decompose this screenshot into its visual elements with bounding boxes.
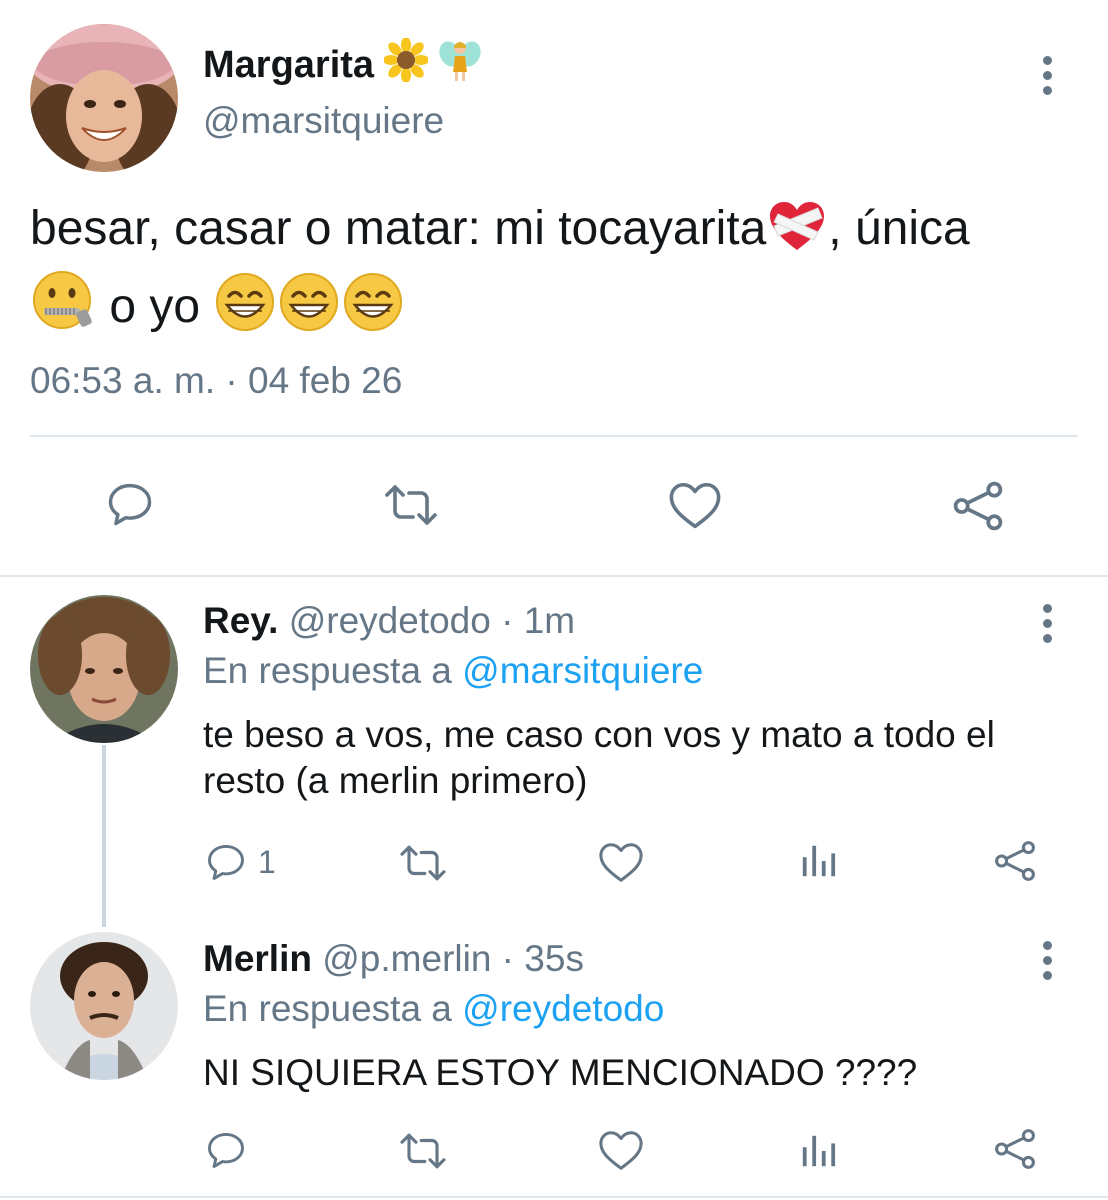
- grinning-face-icon: [279, 272, 339, 348]
- reply-text: te beso a vos, me caso con vos y mato a …: [203, 714, 995, 801]
- analytics-icon: [802, 1135, 836, 1167]
- thread-line: [102, 745, 106, 927]
- divider: [0, 575, 1108, 577]
- heart-icon: [599, 1131, 643, 1170]
- tweet-text-line2: o yo: [109, 280, 201, 333]
- divider: [30, 435, 1078, 437]
- reply-icon: [208, 1132, 244, 1168]
- reply-button[interactable]: 1: [204, 840, 276, 884]
- share-button[interactable]: [950, 478, 1006, 534]
- author-name[interactable]: Margarita: [203, 36, 482, 94]
- analytics-icon: [802, 845, 836, 877]
- reply-context-mention[interactable]: @reydetodo: [462, 988, 664, 1029]
- retweet-icon: [400, 1133, 446, 1169]
- reply-handle-time[interactable]: @reydetodo · 1m: [289, 600, 575, 641]
- reply-icon: [208, 844, 244, 880]
- reply-handle-time[interactable]: @p.merlin · 35s: [322, 938, 584, 979]
- reply-author-name[interactable]: Merlin: [203, 938, 312, 979]
- share-button[interactable]: [992, 838, 1038, 884]
- tweet-text: besar, casar o matar: mi tocayarita , ún…: [30, 198, 1080, 348]
- reply-text: NI SIQUIERA ESTOY MENCIONADO ????: [203, 1052, 918, 1093]
- more-options-icon[interactable]: [1040, 56, 1054, 95]
- reply-header: Rey. @reydetodo · 1m: [203, 600, 575, 642]
- tweet-text-line1-end: , única: [828, 202, 970, 255]
- reply-context: En respuesta a @marsitquiere: [203, 650, 703, 692]
- retweet-button[interactable]: [383, 480, 439, 530]
- heart-icon: [669, 482, 721, 529]
- analytics-button[interactable]: [798, 1132, 838, 1170]
- retweet-button[interactable]: [398, 842, 448, 884]
- reply-context: En respuesta a @reydetodo: [203, 988, 664, 1030]
- reply-button[interactable]: [104, 478, 156, 530]
- retweet-icon: [385, 485, 437, 525]
- author-name-text: Margarita: [203, 43, 375, 86]
- zipper-mouth-face-icon: [32, 270, 94, 348]
- reply-icon: [108, 483, 152, 526]
- grinning-face-icon: [343, 272, 403, 348]
- share-icon: [995, 1129, 1035, 1169]
- more-options-icon[interactable]: [1040, 604, 1054, 643]
- reply-author-name[interactable]: Rey.: [203, 600, 278, 641]
- reply-button[interactable]: [204, 1128, 248, 1172]
- grinning-face-icon: [215, 272, 275, 348]
- reply-avatar[interactable]: [30, 932, 178, 1080]
- sunflower-icon: [383, 37, 430, 92]
- reply-context-prefix: En respuesta a: [203, 650, 452, 691]
- like-button[interactable]: [598, 840, 644, 884]
- retweet-button[interactable]: [398, 1130, 448, 1172]
- author-avatar[interactable]: [30, 24, 178, 172]
- tweet-text-line1: besar, casar o matar: mi tocayarita: [30, 202, 767, 255]
- reply-count: 1: [258, 843, 276, 880]
- more-options-icon[interactable]: [1040, 941, 1054, 980]
- like-button[interactable]: [668, 480, 722, 530]
- share-icon: [953, 481, 1003, 531]
- share-button[interactable]: [992, 1126, 1038, 1172]
- bandaged-heart-icon: [768, 200, 826, 270]
- fairy-icon: [438, 36, 482, 94]
- like-button[interactable]: [598, 1128, 644, 1172]
- share-icon: [995, 841, 1035, 881]
- reply-context-mention[interactable]: @marsitquiere: [462, 650, 703, 691]
- heart-icon: [599, 843, 643, 882]
- reply-context-prefix: En respuesta a: [203, 988, 452, 1029]
- retweet-icon: [400, 845, 446, 881]
- reply-header: Merlin @p.merlin · 35s: [203, 938, 584, 980]
- divider: [0, 1196, 1108, 1198]
- analytics-button[interactable]: [798, 842, 838, 880]
- author-handle[interactable]: @marsitquiere: [203, 100, 444, 142]
- reply-avatar[interactable]: [30, 595, 178, 743]
- tweet-timestamp: 06:53 a. m. · 04 feb 26: [30, 360, 403, 401]
